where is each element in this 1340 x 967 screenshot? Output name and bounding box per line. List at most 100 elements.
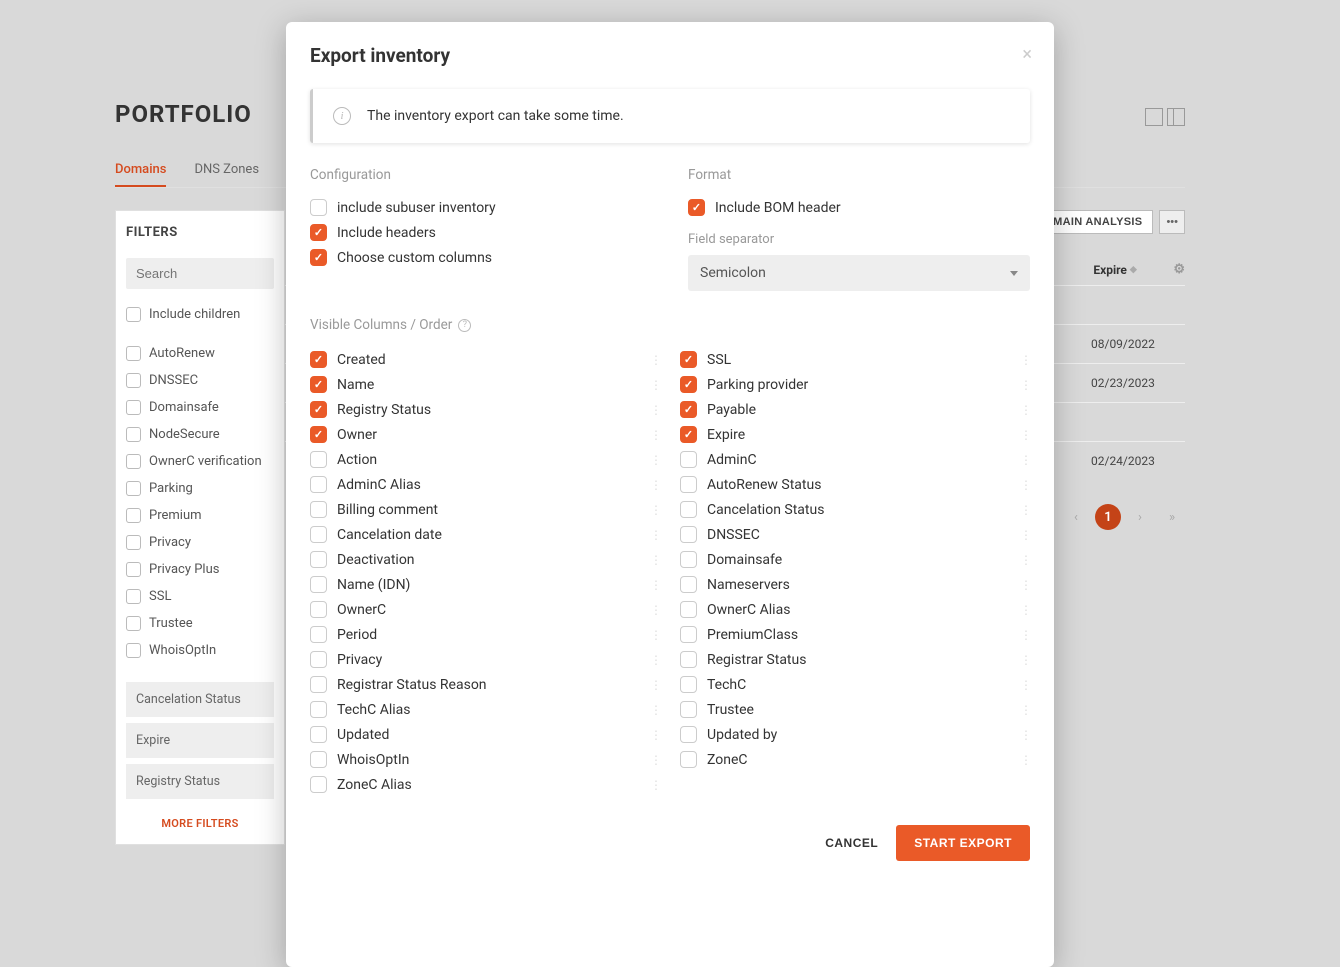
drag-handle-icon[interactable]: ⋮: [1020, 528, 1030, 542]
drag-handle-icon[interactable]: ⋮: [650, 428, 660, 442]
column-checkbox[interactable]: [310, 601, 327, 618]
column-checkbox[interactable]: [680, 701, 697, 718]
drag-handle-icon[interactable]: ⋮: [650, 578, 660, 592]
checkbox-custom-columns[interactable]: [310, 249, 327, 266]
column-checkbox[interactable]: [680, 426, 697, 443]
column-label: Payable: [707, 402, 1010, 418]
drag-handle-icon[interactable]: ⋮: [650, 528, 660, 542]
close-icon[interactable]: ×: [1022, 44, 1032, 65]
column-checkbox[interactable]: [680, 676, 697, 693]
drag-handle-icon[interactable]: ⋮: [1020, 728, 1030, 742]
drag-handle-icon[interactable]: ⋮: [650, 753, 660, 767]
column-checkbox[interactable]: [310, 351, 327, 368]
drag-handle-icon[interactable]: ⋮: [1020, 603, 1030, 617]
column-checkbox[interactable]: [310, 676, 327, 693]
drag-handle-icon[interactable]: ⋮: [1020, 653, 1030, 667]
checkbox-include-headers[interactable]: [310, 224, 327, 241]
column-checkbox[interactable]: [310, 726, 327, 743]
column-checkbox[interactable]: [680, 401, 697, 418]
drag-handle-icon[interactable]: ⋮: [1020, 478, 1030, 492]
column-item: Parking provider⋮: [680, 372, 1030, 397]
drag-handle-icon[interactable]: ⋮: [650, 728, 660, 742]
column-item: Nameservers ⋮: [680, 572, 1030, 597]
column-checkbox[interactable]: [680, 451, 697, 468]
column-checkbox[interactable]: [680, 601, 697, 618]
drag-handle-icon[interactable]: ⋮: [650, 453, 660, 467]
column-checkbox[interactable]: [310, 501, 327, 518]
column-checkbox[interactable]: [310, 426, 327, 443]
cancel-button[interactable]: CANCEL: [825, 836, 878, 850]
checkbox-include-subuser[interactable]: [310, 199, 327, 216]
drag-handle-icon[interactable]: ⋮: [1020, 678, 1030, 692]
drag-handle-icon[interactable]: ⋮: [650, 378, 660, 392]
drag-handle-icon[interactable]: ⋮: [1020, 453, 1030, 467]
column-item: TechC⋮: [680, 672, 1030, 697]
help-icon[interactable]: ?: [458, 319, 471, 332]
column-label: Nameservers: [707, 577, 1010, 593]
drag-handle-icon[interactable]: ⋮: [1020, 753, 1030, 767]
drag-handle-icon[interactable]: ⋮: [650, 603, 660, 617]
info-box: i The inventory export can take some tim…: [310, 89, 1030, 143]
column-item: Expire⋮: [680, 422, 1030, 447]
column-checkbox[interactable]: [680, 576, 697, 593]
checkbox-bom-header[interactable]: [688, 199, 705, 216]
column-checkbox[interactable]: [310, 376, 327, 393]
column-checkbox[interactable]: [680, 651, 697, 668]
drag-handle-icon[interactable]: ⋮: [1020, 703, 1030, 717]
drag-handle-icon[interactable]: ⋮: [1020, 353, 1030, 367]
column-checkbox[interactable]: [310, 751, 327, 768]
drag-handle-icon[interactable]: ⋮: [650, 653, 660, 667]
column-item: Domainsafe⋮: [680, 547, 1030, 572]
column-item: Registry Status⋮: [310, 397, 660, 422]
drag-handle-icon[interactable]: ⋮: [1020, 578, 1030, 592]
column-checkbox[interactable]: [310, 626, 327, 643]
start-export-button[interactable]: START EXPORT: [896, 825, 1030, 861]
column-checkbox[interactable]: [310, 701, 327, 718]
configuration-heading: Configuration: [310, 167, 652, 183]
column-label: Cancelation date: [337, 527, 640, 543]
drag-handle-icon[interactable]: ⋮: [1020, 403, 1030, 417]
column-checkbox[interactable]: [680, 751, 697, 768]
field-separator-select[interactable]: Semicolon: [688, 255, 1030, 291]
drag-handle-icon[interactable]: ⋮: [1020, 503, 1030, 517]
column-checkbox[interactable]: [310, 551, 327, 568]
column-checkbox[interactable]: [680, 626, 697, 643]
drag-handle-icon[interactable]: ⋮: [650, 503, 660, 517]
column-label: Registrar Status: [707, 652, 1010, 668]
column-checkbox[interactable]: [310, 451, 327, 468]
visible-columns-heading: Visible Columns / Order ?: [310, 317, 1030, 333]
drag-handle-icon[interactable]: ⋮: [650, 678, 660, 692]
column-checkbox[interactable]: [310, 576, 327, 593]
column-item: Updated⋮: [310, 722, 660, 747]
drag-handle-icon[interactable]: ⋮: [650, 703, 660, 717]
drag-handle-icon[interactable]: ⋮: [650, 628, 660, 642]
column-label: Registrar Status Reason: [337, 677, 640, 693]
column-label: AdminC: [707, 452, 1010, 468]
column-label: PremiumClass: [707, 627, 1010, 643]
column-checkbox[interactable]: [680, 526, 697, 543]
column-label: Name (IDN): [337, 577, 640, 593]
column-checkbox[interactable]: [680, 376, 697, 393]
column-checkbox[interactable]: [680, 726, 697, 743]
drag-handle-icon[interactable]: ⋮: [650, 353, 660, 367]
drag-handle-icon[interactable]: ⋮: [650, 403, 660, 417]
drag-handle-icon[interactable]: ⋮: [650, 778, 660, 792]
column-item: Updated by⋮: [680, 722, 1030, 747]
column-checkbox[interactable]: [680, 476, 697, 493]
column-checkbox[interactable]: [310, 651, 327, 668]
column-checkbox[interactable]: [680, 501, 697, 518]
column-checkbox[interactable]: [680, 351, 697, 368]
column-checkbox[interactable]: [310, 526, 327, 543]
column-checkbox[interactable]: [310, 776, 327, 793]
drag-handle-icon[interactable]: ⋮: [650, 478, 660, 492]
drag-handle-icon[interactable]: ⋮: [650, 553, 660, 567]
drag-handle-icon[interactable]: ⋮: [1020, 378, 1030, 392]
column-checkbox[interactable]: [310, 476, 327, 493]
column-checkbox[interactable]: [310, 401, 327, 418]
drag-handle-icon[interactable]: ⋮: [1020, 628, 1030, 642]
column-item: WhoisOptIn⋮: [310, 747, 660, 772]
drag-handle-icon[interactable]: ⋮: [1020, 428, 1030, 442]
column-item: Action⋮: [310, 447, 660, 472]
column-checkbox[interactable]: [680, 551, 697, 568]
drag-handle-icon[interactable]: ⋮: [1020, 553, 1030, 567]
